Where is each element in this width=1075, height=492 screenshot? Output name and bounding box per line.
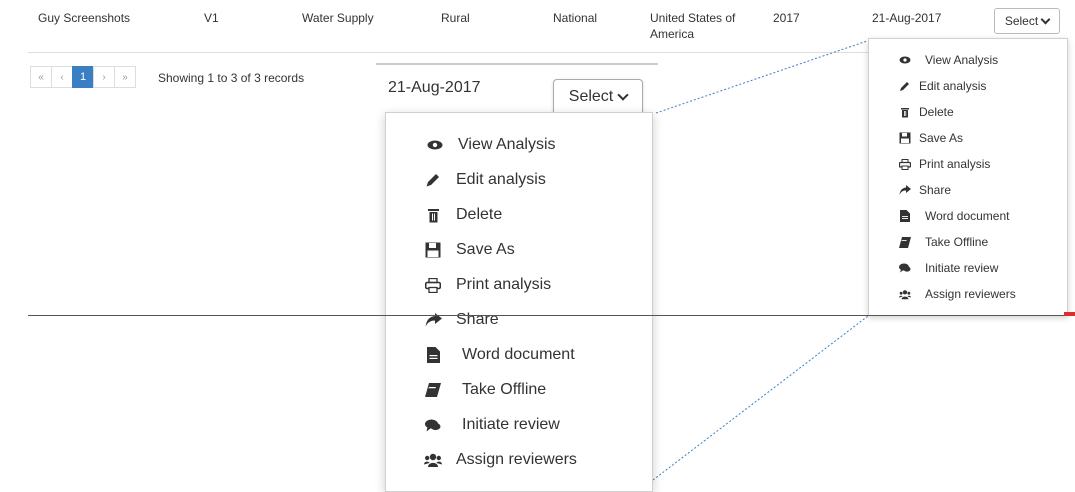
- menu-item-label: Save As: [456, 241, 515, 258]
- menu-item-label: Edit analysis: [456, 171, 546, 188]
- zoom-date: 21-Aug-2017: [388, 79, 481, 96]
- users-icon: [899, 288, 911, 300]
- users-icon: [424, 451, 442, 469]
- menu-item-delete[interactable]: Delete: [424, 206, 502, 224]
- menu-item-label: Assign reviewers: [456, 451, 577, 468]
- print-icon: [424, 276, 442, 294]
- menu-item-print-analysis[interactable]: Print analysis: [424, 276, 551, 294]
- menu-item-print-analysis[interactable]: Print analysis: [899, 157, 990, 171]
- menu-item-save-as[interactable]: Save As: [424, 241, 515, 259]
- zoom-panel-divider: [376, 63, 658, 65]
- share-icon: [424, 311, 442, 329]
- menu-item-label: Word document: [925, 209, 1010, 223]
- trash-icon: [899, 106, 911, 118]
- menu-item-take-offline[interactable]: Take Offline: [899, 235, 988, 249]
- print-icon: [899, 158, 911, 170]
- menu-item-label: View Analysis: [458, 136, 556, 153]
- menu-item-initiate-review[interactable]: Initiate review: [424, 416, 560, 434]
- share-icon: [899, 184, 911, 196]
- menu-item-label: Take Offline: [462, 381, 547, 398]
- menu-item-share[interactable]: Share: [424, 311, 499, 329]
- section-divider: [28, 315, 1068, 316]
- document-icon: [424, 346, 442, 364]
- floppy-icon: [899, 132, 911, 144]
- menu-item-assign-reviewers[interactable]: Assign reviewers: [424, 451, 577, 469]
- menu-item-share[interactable]: Share: [899, 183, 951, 197]
- menu-item-view-analysis[interactable]: View Analysis: [899, 53, 998, 67]
- eye-icon: [899, 54, 911, 66]
- menu-item-label: Print analysis: [456, 276, 552, 293]
- chevron-down-icon: [617, 88, 629, 101]
- document-icon: [899, 210, 911, 222]
- floppy-icon: [424, 241, 442, 259]
- menu-item-label: Word document: [462, 346, 575, 363]
- menu-item-label: Share: [456, 311, 499, 328]
- comments-icon: [899, 262, 911, 274]
- pencil-icon: [899, 80, 911, 92]
- menu-item-take-offline[interactable]: Take Offline: [424, 381, 546, 399]
- book-icon: [424, 381, 442, 399]
- menu-item-view-analysis[interactable]: View Analysis: [426, 136, 556, 154]
- trash-icon: [424, 206, 442, 224]
- menu-item-save-as[interactable]: Save As: [899, 131, 963, 145]
- menu-item-delete[interactable]: Delete: [899, 105, 954, 119]
- menu-item-label: Save As: [919, 131, 964, 145]
- pencil-icon: [424, 171, 442, 189]
- menu-item-label: Print analysis: [919, 157, 991, 171]
- menu-item-label: Assign reviewers: [925, 287, 1016, 301]
- menu-item-label: Take Offline: [925, 235, 989, 249]
- menu-item-label: Initiate review: [462, 416, 560, 433]
- red-marker: [1064, 312, 1075, 316]
- select-button-label: Select: [568, 88, 614, 105]
- menu-item-label: Delete: [456, 206, 503, 223]
- menu-item-initiate-review[interactable]: Initiate review: [899, 261, 998, 275]
- menu-item-edit-analysis[interactable]: Edit analysis: [424, 171, 546, 189]
- menu-item-label: Initiate review: [925, 261, 999, 275]
- select-button-zoomed[interactable]: Select: [553, 79, 643, 115]
- menu-item-label: Delete: [919, 105, 954, 119]
- menu-item-assign-reviewers[interactable]: Assign reviewers: [899, 287, 1016, 301]
- menu-item-word-document[interactable]: Word document: [899, 209, 1010, 223]
- menu-item-label: View Analysis: [925, 53, 999, 67]
- menu-item-label: Share: [919, 183, 952, 197]
- book-icon: [899, 236, 911, 248]
- select-dropdown-menu-zoomed: View Analysis Edit analysis Delete Save …: [385, 112, 653, 492]
- eye-icon: [426, 136, 444, 154]
- menu-item-edit-analysis[interactable]: Edit analysis: [899, 79, 986, 93]
- comments-icon: [424, 416, 442, 434]
- select-dropdown-menu: View Analysis Edit analysis Delete Save …: [868, 38, 1068, 316]
- menu-item-label: Edit analysis: [919, 79, 987, 93]
- menu-item-word-document[interactable]: Word document: [424, 346, 575, 364]
